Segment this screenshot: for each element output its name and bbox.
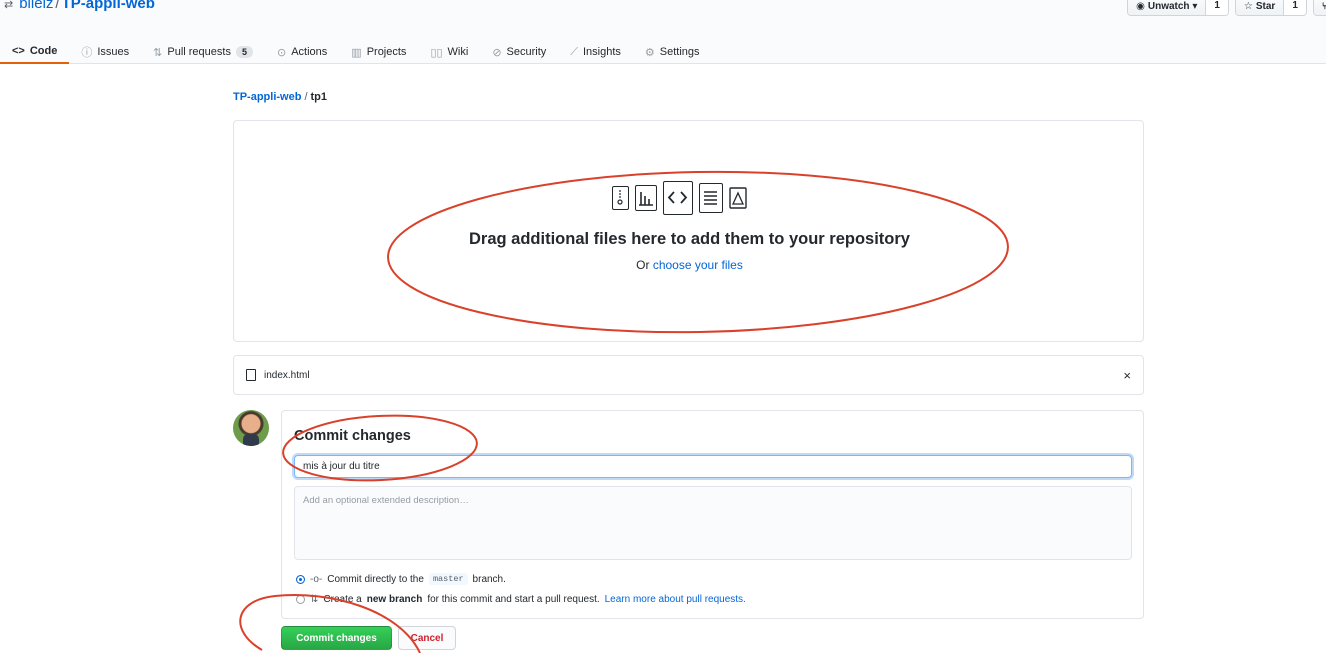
repo-name-link[interactable]: TP-appli-web (62, 0, 155, 12)
learn-more-link[interactable]: Learn more about pull requests. (605, 594, 746, 605)
tab-insights[interactable]: ⟋ Insights (558, 36, 633, 64)
tab-label: Settings (659, 46, 700, 58)
graph-icon: ⟋ (570, 45, 578, 58)
tab-label: Insights (583, 46, 621, 58)
repo-title: ⇄ bileiz / TP-appli-web (4, 0, 155, 12)
uploaded-file-name: index.html (264, 369, 310, 381)
drop-zone-or: Or (636, 258, 650, 272)
tab-label: Security (506, 46, 547, 58)
code-icon: <> (12, 45, 25, 57)
commit-direct-suffix: branch. (472, 573, 506, 585)
tab-code[interactable]: <> Code (0, 36, 70, 64)
tab-issues[interactable]: ⓘ Issues (69, 36, 141, 64)
repo-tabs: <> Code ⓘ Issues ⇅ Pull requests 5 ⊙ Actions … (0, 36, 712, 64)
breadcrumb: TP-appli-web / tp1 (233, 91, 327, 103)
new-branch-radio[interactable] (296, 595, 305, 604)
new-branch-prefix: Create a (323, 594, 362, 605)
commit-description-textarea[interactable] (294, 486, 1132, 560)
breadcrumb-repo-link[interactable]: TP-appli-web (233, 91, 301, 103)
tab-settings[interactable]: ⚙ Settings (633, 36, 712, 64)
fork-button[interactable]: ⑂F (1312, 0, 1326, 16)
tab-label: Issues (97, 46, 130, 58)
fork-icon: ⑂ (1322, 1, 1326, 12)
avatar[interactable] (233, 410, 269, 446)
commit-direct-label: Commit directly to the (327, 573, 424, 585)
tab-label: Projects (366, 46, 407, 58)
new-branch-suffix: for this commit and start a pull request… (427, 594, 600, 605)
repo-icon: ⇄ (4, 0, 14, 11)
file-icon (246, 369, 256, 381)
breadcrumb-separator: / (304, 91, 308, 103)
new-branch-option[interactable]: ⇅ Create a new branch for this commit an… (296, 594, 746, 605)
unwatch-button[interactable]: ◉ Unwatch ▾ 1 (1127, 0, 1229, 16)
commit-changes-button[interactable]: Commit changes (281, 626, 392, 650)
tab-wiki[interactable]: ▯▯ Wiki (418, 36, 480, 64)
repo-header-actions: ◉Unwatch ▾ 1 ☆Star 1 ⑂F (1127, 0, 1326, 16)
drop-zone-subtitle: Or choose your files (234, 258, 1145, 272)
choose-files-link[interactable]: choose your files (653, 258, 743, 272)
drop-zone-title: Drag additional files here to add them t… (469, 230, 910, 248)
commit-form-title: Commit changes (294, 428, 411, 444)
tab-label: Actions (291, 46, 328, 58)
pull-request-counter: 5 (235, 46, 253, 58)
pull-request-icon: ⇅ (153, 46, 163, 59)
repo-owner-link[interactable]: bileiz (19, 0, 53, 12)
document-file-icon (699, 183, 723, 213)
commit-form: Commit changes -o- Commit directly to th… (281, 410, 1144, 619)
tab-security[interactable]: ⊘ Security (480, 36, 558, 64)
breadcrumb-current-folder: tp1 (310, 91, 328, 103)
actions-icon: ⊙ (276, 46, 287, 59)
repo-title-separator: / (55, 0, 60, 12)
gear-icon: ⚙ (644, 46, 655, 59)
commit-direct-option[interactable]: -o- Commit directly to the master branch… (296, 573, 506, 585)
file-drop-zone[interactable]: Drag additional files here to add them t… (233, 120, 1144, 342)
cancel-button[interactable]: Cancel (398, 626, 456, 650)
projects-icon: ▥ (351, 46, 362, 59)
chart-file-icon (635, 185, 657, 211)
unwatch-label: Unwatch ▾ (1147, 0, 1198, 12)
wiki-icon: ▯▯ (430, 46, 443, 59)
tab-label: Code (29, 45, 58, 57)
star-icon: ☆ (1243, 0, 1253, 12)
commit-direct-radio[interactable] (296, 574, 305, 584)
watch-count[interactable]: 1 (1205, 0, 1228, 15)
code-file-icon (663, 181, 693, 215)
commit-message-input[interactable] (294, 455, 1132, 478)
new-branch-bold: new branch (366, 594, 423, 605)
eye-icon: ◉ (1136, 0, 1145, 12)
git-commit-icon: -o- (310, 573, 323, 585)
pdf-file-icon (729, 187, 747, 209)
tab-actions[interactable]: ⊙ Actions (265, 36, 339, 64)
remove-file-icon[interactable]: × (1123, 368, 1131, 383)
file-type-icons (612, 181, 747, 215)
zip-file-icon (612, 186, 629, 210)
branch-name: master (428, 573, 468, 585)
pull-request-icon: ⇅ (310, 594, 319, 605)
tab-label: Wiki (447, 46, 469, 58)
tab-label: Pull requests (167, 46, 231, 58)
star-label: Star (1255, 0, 1276, 12)
star-count[interactable]: 1 (1283, 0, 1306, 15)
tab-pull-requests[interactable]: ⇅ Pull requests 5 (141, 36, 265, 64)
issue-icon: ⓘ (81, 47, 93, 59)
tab-projects[interactable]: ▥ Projects (339, 36, 418, 64)
repo-header: ⇄ bileiz / TP-appli-web ◉ Unwatch ▾ 1 ☆ Star … (0, 0, 1326, 64)
star-button[interactable]: ☆ Star 1 (1234, 0, 1307, 16)
shield-icon: ⊘ (492, 46, 502, 59)
uploaded-file-row: index.html × (233, 355, 1144, 395)
